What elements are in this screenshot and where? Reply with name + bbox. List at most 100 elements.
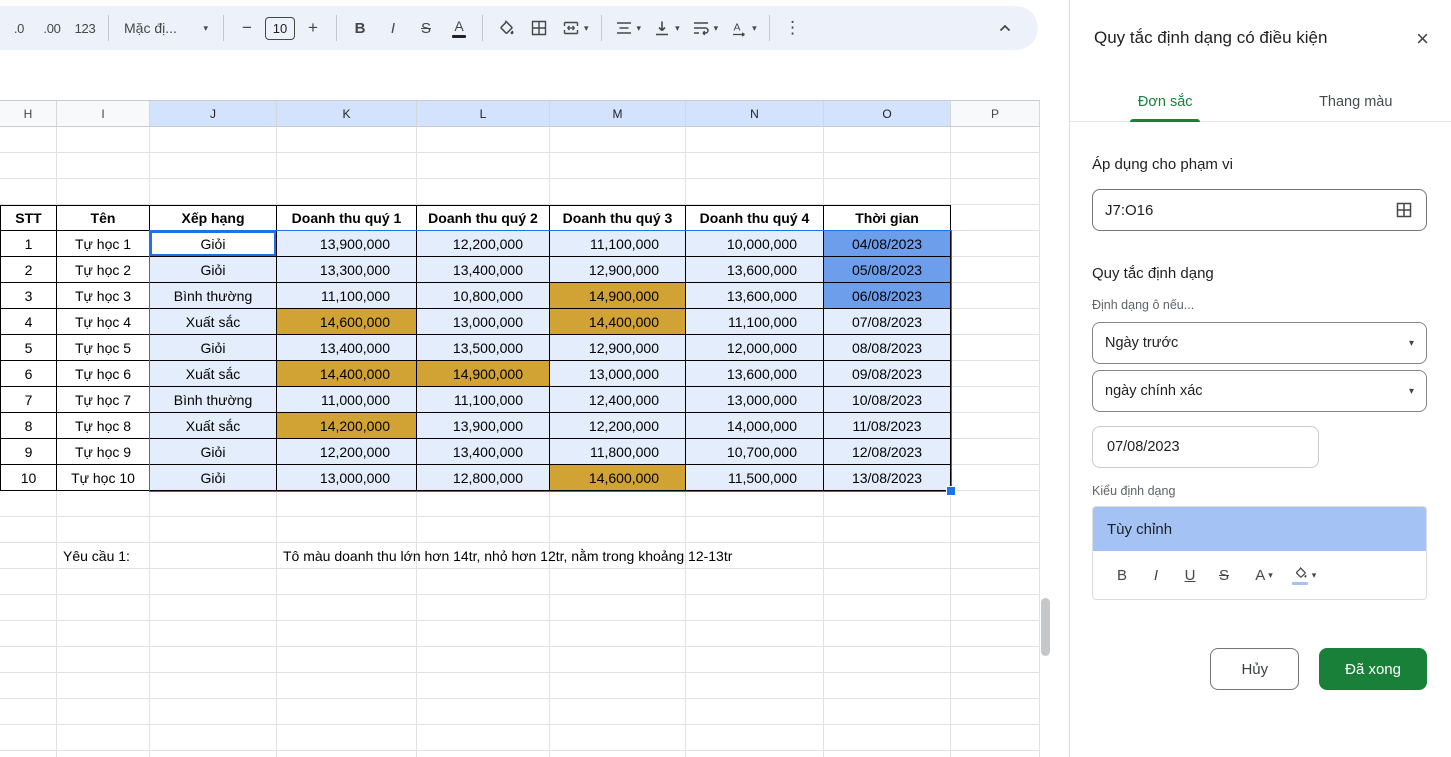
table-cell[interactable]: Tự học 2 [57,257,150,283]
cell[interactable] [0,179,57,205]
cell[interactable] [277,569,417,595]
column-header-P[interactable]: P [951,101,1040,126]
cell[interactable] [686,179,824,205]
cell[interactable] [951,517,1040,543]
cell[interactable] [57,179,150,205]
cell[interactable] [0,699,57,725]
collapse-toolbar-button[interactable] [990,13,1020,43]
table-cell[interactable]: 12,200,000 [277,439,417,465]
table-cell[interactable]: 7 [0,387,57,413]
table-cell[interactable]: 14,200,000 [277,413,417,439]
cell[interactable] [57,647,150,673]
cell[interactable] [824,699,951,725]
cell[interactable] [824,595,951,621]
table-cell[interactable]: 14,000,000 [686,413,824,439]
cell[interactable] [277,595,417,621]
cell[interactable] [951,153,1040,179]
column-header-K[interactable]: K [277,101,417,126]
cell[interactable] [0,517,57,543]
cell[interactable] [0,647,57,673]
cell[interactable] [57,725,150,751]
table-cell[interactable]: 04/08/2023 [824,231,951,257]
table-cell[interactable]: 13,000,000 [550,361,686,387]
cell[interactable] [686,699,824,725]
table-cell[interactable]: 06/08/2023 [824,283,951,309]
cell[interactable] [150,621,277,647]
table-cell[interactable]: 08/08/2023 [824,335,951,361]
table-cell[interactable]: 8 [0,413,57,439]
table-cell[interactable]: Tự học 9 [57,439,150,465]
cell[interactable] [150,647,277,673]
table-cell[interactable]: Bình thường [150,387,277,413]
table-cell[interactable]: 13,300,000 [277,257,417,283]
cell[interactable] [951,465,1040,491]
cell[interactable] [57,127,150,153]
fill-color-button[interactable]: ▾ [1287,559,1321,591]
table-cell[interactable]: 13,900,000 [277,231,417,257]
table-cell[interactable]: 05/08/2023 [824,257,951,283]
column-header-O[interactable]: O [824,101,951,126]
cell[interactable] [951,725,1040,751]
table-cell[interactable]: 14,600,000 [277,309,417,335]
table-cell[interactable]: 13,000,000 [277,465,417,491]
strikethrough-button[interactable]: S [411,13,441,43]
cell[interactable] [417,179,550,205]
table-cell[interactable]: Tự học 3 [57,283,150,309]
cell[interactable] [951,413,1040,439]
vertical-scrollbar[interactable] [1041,598,1050,656]
cell[interactable] [951,491,1040,517]
column-header-N[interactable]: N [686,101,824,126]
cell[interactable] [277,621,417,647]
cell[interactable] [150,153,277,179]
vertical-align-button[interactable]: ▾ [648,13,684,43]
table-cell[interactable]: 3 [0,283,57,309]
table-cell[interactable]: Tự học 1 [57,231,150,257]
cell[interactable] [277,491,417,517]
cell[interactable] [951,205,1040,231]
table-cell[interactable]: 12,900,000 [550,335,686,361]
cell[interactable] [277,673,417,699]
cell[interactable] [277,699,417,725]
cell[interactable] [951,621,1040,647]
table-cell[interactable]: Tự học 4 [57,309,150,335]
table-cell[interactable]: 14,400,000 [277,361,417,387]
table-cell[interactable]: Tự học 7 [57,387,150,413]
fill-handle[interactable] [946,486,956,496]
horizontal-align-button[interactable]: ▾ [610,13,646,43]
more-formats-button[interactable]: 123 [70,13,100,43]
cell[interactable] [417,699,550,725]
cell[interactable] [57,751,150,757]
cell[interactable] [824,647,951,673]
font-size-input[interactable]: 10 [265,17,295,40]
table-cell[interactable]: Xuất sắc [150,413,277,439]
cell[interactable] [951,569,1040,595]
cancel-button[interactable]: Hủy [1210,648,1299,690]
table-cell[interactable]: 11,100,000 [277,283,417,309]
table-header-cell[interactable]: Xếp hạng [150,205,277,231]
text-rotation-button[interactable]: A ▾ [725,13,761,43]
table-cell[interactable]: Bình thường [150,283,277,309]
cell[interactable] [550,647,686,673]
more-options-button[interactable]: ⋮ [778,13,808,43]
increase-font-size-button[interactable]: + [298,13,328,43]
fill-color-button[interactable] [491,13,521,43]
cell[interactable] [824,543,951,569]
cell[interactable] [951,335,1040,361]
table-cell[interactable]: Giỏi [150,257,277,283]
cell[interactable] [951,179,1040,205]
decrease-font-size-button[interactable]: − [232,13,262,43]
cell[interactable] [57,569,150,595]
cell[interactable] [150,543,277,569]
cell[interactable] [686,647,824,673]
cell[interactable] [417,491,550,517]
cell[interactable] [951,595,1040,621]
cell[interactable] [0,751,57,757]
table-cell[interactable]: 2 [0,257,57,283]
table-cell[interactable]: 13,600,000 [686,257,824,283]
table-cell[interactable]: 11,000,000 [277,387,417,413]
cell[interactable] [824,153,951,179]
cell[interactable] [550,153,686,179]
column-header-H[interactable]: H [0,101,57,126]
cell[interactable] [951,647,1040,673]
cell[interactable] [0,127,57,153]
